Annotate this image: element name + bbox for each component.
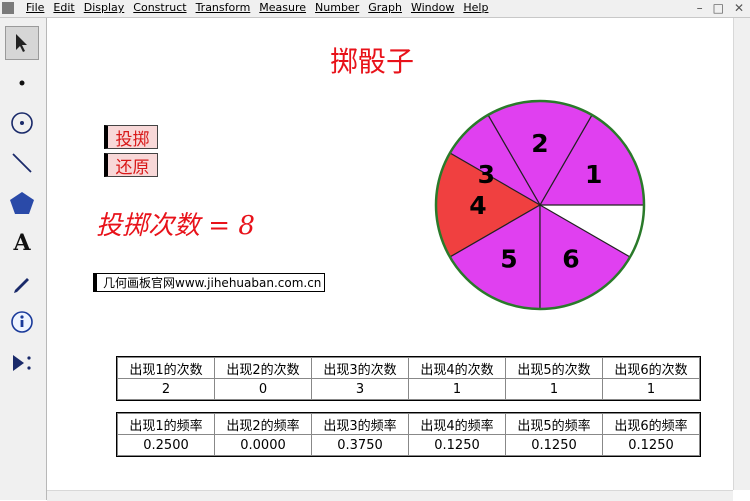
maximize-button[interactable]: □	[713, 1, 724, 15]
point-tool[interactable]	[5, 66, 39, 100]
wheel-segment-6	[539, 203, 631, 310]
reset-button[interactable]: 还原	[104, 153, 158, 178]
dice-wheel: 1 2 345 6	[434, 99, 646, 311]
value-cell: 3	[311, 378, 409, 400]
vertical-scrollbar[interactable]	[733, 18, 750, 490]
counts-table: 出现1的次数 出现2的次数 出现3的次数 出现4的次数 出现5的次数 出现6的次…	[116, 356, 701, 401]
pencil-icon	[14, 278, 29, 293]
point-icon	[19, 80, 25, 86]
menu-edit[interactable]: Edit	[53, 1, 74, 14]
value-cell: 0.1250	[602, 434, 700, 456]
menu-construct[interactable]: Construct	[133, 1, 186, 14]
frequency-header-row: 出现1的频率 出现2的频率 出现3的频率 出现4的频率 出现5的频率 出现6的频…	[117, 413, 700, 435]
value-cell: 1	[505, 378, 603, 400]
counts-value-row: 2 0 3 1 1 1	[117, 378, 700, 400]
header-cell: 出现1的频率	[117, 413, 215, 435]
compass-tool[interactable]	[5, 106, 39, 140]
menu-measure[interactable]: Measure	[259, 1, 306, 14]
minimize-button[interactable]: –	[697, 1, 703, 15]
text-a-icon: A	[13, 230, 31, 256]
menu-help[interactable]: Help	[463, 1, 488, 14]
polygon-icon	[10, 192, 34, 214]
header-cell: 出现2的频率	[214, 413, 312, 435]
value-cell: 0.0000	[214, 434, 312, 456]
app-icon[interactable]	[2, 2, 14, 14]
value-cell: 0.1250	[408, 434, 506, 456]
wheel-label-5: 5	[500, 245, 517, 274]
header-cell: 出现4的次数	[408, 357, 506, 379]
polygon-tool[interactable]	[5, 186, 39, 220]
menu-graph[interactable]: Graph	[368, 1, 402, 14]
close-button[interactable]: ✕	[734, 1, 744, 15]
menu-transform[interactable]: Transform	[196, 1, 251, 14]
play-dots-icon	[13, 355, 31, 371]
value-cell: 1	[408, 378, 506, 400]
frequency-table: 出现1的频率 出现2的频率 出现3的频率 出现4的频率 出现5的频率 出现6的频…	[116, 412, 701, 457]
menu-bar: File Edit Display Construct Transform Me…	[0, 0, 750, 18]
value-cell: 0	[214, 378, 312, 400]
toolbox: A	[0, 18, 47, 500]
arrow-select-tool[interactable]	[5, 26, 39, 60]
header-cell: 出现2的次数	[214, 357, 312, 379]
header-cell: 出现4的频率	[408, 413, 506, 435]
throw-button[interactable]: 投掷	[104, 125, 158, 150]
menu-number[interactable]: Number	[315, 1, 359, 14]
header-cell: 出现3的频率	[311, 413, 409, 435]
header-cell: 出现3的次数	[311, 357, 409, 379]
frequency-value-row: 0.2500 0.0000 0.3750 0.1250 0.1250 0.125…	[117, 434, 700, 456]
value-cell: 0.2500	[117, 434, 215, 456]
menu-window[interactable]: Window	[411, 1, 454, 14]
line-segment-icon	[12, 153, 32, 173]
header-cell: 出现5的次数	[505, 357, 603, 379]
value-cell: 0.3750	[311, 434, 409, 456]
wheel-label-6: 6	[562, 245, 579, 274]
page-title: 掷骰子	[330, 45, 415, 78]
website-caption: 几何画板官网www.jihehuaban.com.cn	[93, 273, 326, 292]
circle-icon	[11, 112, 33, 134]
header-cell: 出现1的次数	[117, 357, 215, 379]
menu-display[interactable]: Display	[84, 1, 125, 14]
header-cell: 出现6的次数	[602, 357, 700, 379]
value-cell: 0.1250	[505, 434, 603, 456]
text-tool[interactable]: A	[5, 226, 39, 260]
wheel-label-4: 4	[469, 191, 486, 220]
wheel-label-1: 1	[585, 160, 602, 189]
header-cell: 出现5的频率	[505, 413, 603, 435]
straightedge-tool[interactable]	[5, 146, 39, 180]
custom-tool[interactable]	[5, 346, 39, 380]
information-tool[interactable]	[5, 306, 39, 340]
value-cell: 1	[602, 378, 700, 400]
wheel-label-3: 3	[478, 160, 495, 189]
counts-header-row: 出现1的次数 出现2的次数 出现3的次数 出现4的次数 出现5的次数 出现6的次…	[117, 357, 700, 379]
horizontal-scrollbar[interactable]	[47, 490, 733, 501]
throw-count-label: 投掷次数 = 8	[96, 211, 255, 241]
marker-tool[interactable]	[5, 266, 39, 300]
wheel-label-2: 2	[531, 129, 548, 158]
arrow-icon	[16, 34, 27, 52]
info-icon	[11, 311, 33, 333]
menu-file[interactable]: File	[26, 1, 44, 14]
value-cell: 2	[117, 378, 215, 400]
header-cell: 出现6的频率	[602, 413, 700, 435]
